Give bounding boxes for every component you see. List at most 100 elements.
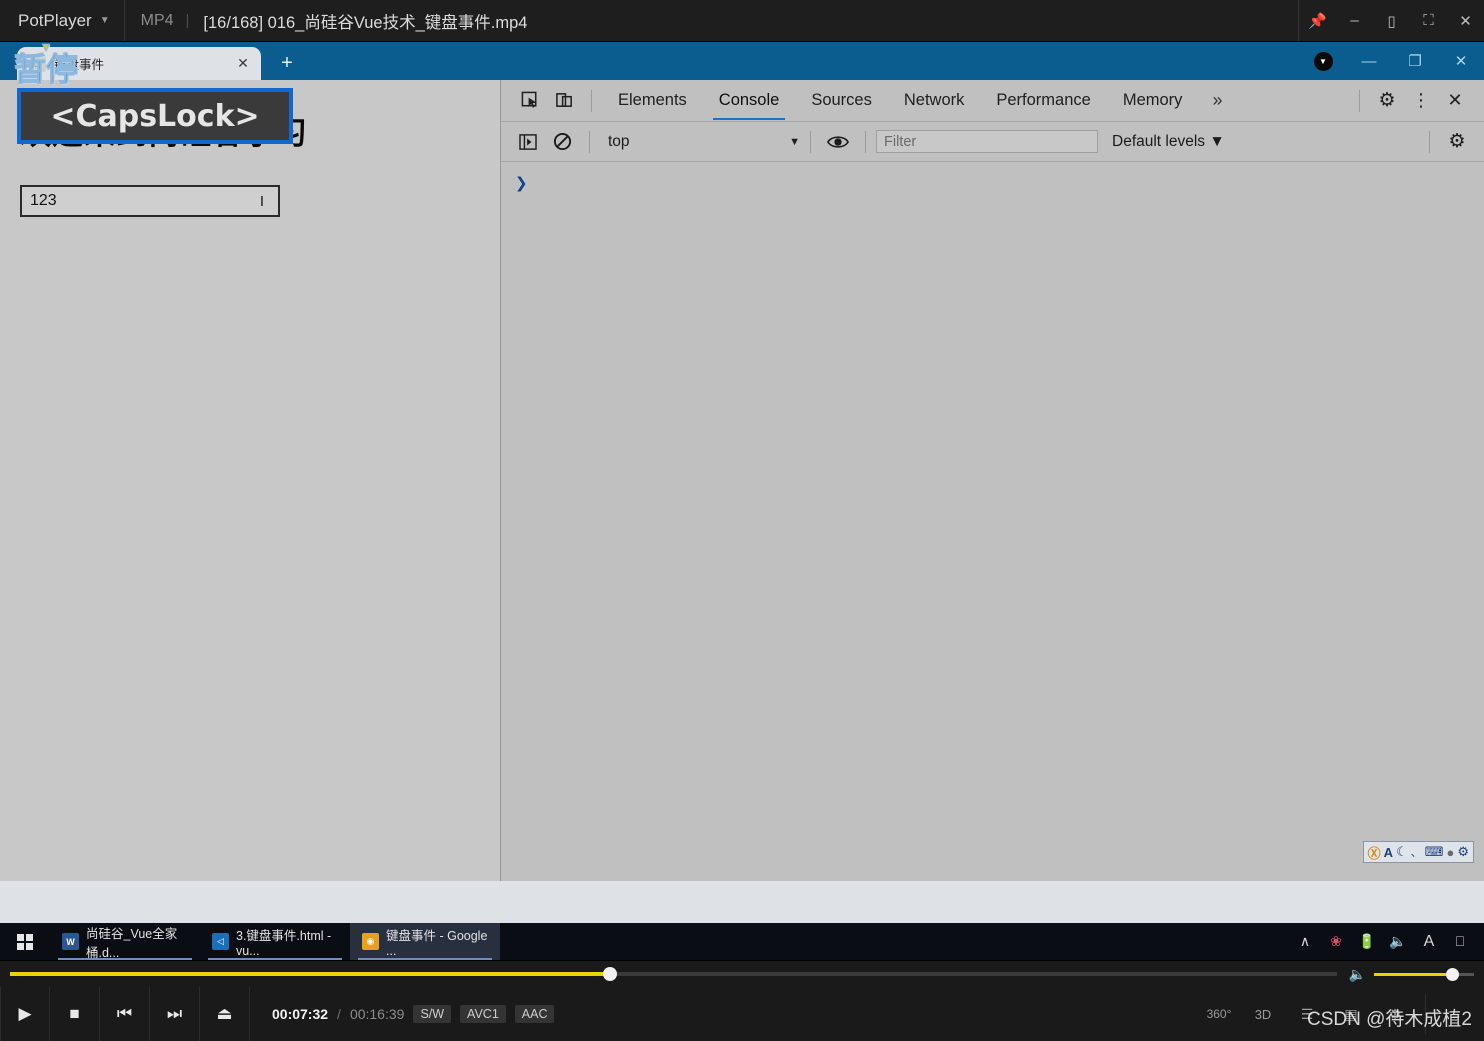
system-tray: ∧ ❀ 🔋 🔈 A ⎕ xyxy=(1291,923,1484,960)
taskbar-item-word[interactable]: W 尚硅谷_Vue全家桶.d... xyxy=(50,923,200,960)
seek-bar[interactable] xyxy=(10,967,1337,981)
volume-level xyxy=(1374,972,1446,976)
devtools-panel: Elements Console Sources Network Perform… xyxy=(501,80,1484,881)
potplayer-format-label: MP4 xyxy=(140,11,174,29)
volume-area: 🔈 xyxy=(1349,966,1474,983)
divider xyxy=(1359,89,1360,112)
console-sidebar-icon[interactable] xyxy=(511,128,545,156)
console-output[interactable]: ❯ Ⓧ A ☾ 、 ⌨ ● ⚙ xyxy=(501,162,1484,881)
playlist-icon[interactable]: ≡ xyxy=(1436,987,1476,1041)
keyboard-demo-input[interactable]: 123 I xyxy=(20,185,280,217)
tray-volume-icon[interactable]: 🔈 xyxy=(1384,923,1412,960)
settings-gear-icon[interactable]: ⚙ xyxy=(1375,987,1415,1041)
tab-network[interactable]: Network xyxy=(888,82,981,119)
fullscreen-icon[interactable]: ⛶ xyxy=(1410,0,1447,42)
tray-battery-icon[interactable]: 🔋 xyxy=(1353,923,1381,960)
close-icon[interactable]: ✕ xyxy=(1438,42,1484,80)
close-icon[interactable]: ✕ xyxy=(1447,0,1484,42)
chevron-down-icon: ▼ xyxy=(1209,132,1225,150)
ime-keyboard-icon[interactable]: ⌨ xyxy=(1425,844,1444,860)
next-button[interactable]: ⏭ xyxy=(150,987,200,1041)
web-page-content: 欢迎来到尚硅谷学习 123 I xyxy=(0,80,501,881)
potplayer-controlbar: 🔈 ▶ ■ ⏮ ⏭ ⏏ 00:07:32 / 00:16:39 S/W AVC1… xyxy=(0,960,1484,1041)
console-log-levels-dropdown[interactable]: Default levels ▼ xyxy=(1112,133,1225,151)
more-tabs-icon[interactable]: » xyxy=(1198,90,1236,111)
time-display: 00:07:32 / 00:16:39 S/W AVC1 AAC xyxy=(250,1005,555,1023)
kebab-menu-icon[interactable]: ⋮ xyxy=(1404,86,1438,116)
minimize-icon[interactable]: — xyxy=(1346,42,1392,80)
chevron-down-icon: ▼ xyxy=(789,135,800,148)
ime-power-icon[interactable]: Ⓧ xyxy=(1368,843,1381,862)
ime-tools-icon[interactable]: ⚙ xyxy=(1457,844,1469,860)
seek-progress xyxy=(10,972,610,976)
eject-button[interactable]: ⏏ xyxy=(200,987,250,1041)
new-tab-button[interactable]: + xyxy=(273,49,301,77)
console-context-selector[interactable]: top ▼ xyxy=(600,133,800,151)
close-icon[interactable]: ✕ xyxy=(1438,86,1472,116)
total-time: 00:16:39 xyxy=(349,1006,405,1022)
vscode-icon: ◁ xyxy=(212,933,229,950)
ime-floating-toolbar[interactable]: Ⓧ A ☾ 、 ⌨ ● ⚙ xyxy=(1362,841,1474,863)
start-icon[interactable] xyxy=(0,923,50,960)
codec-badge-audio: AAC xyxy=(514,1005,555,1023)
stop-button[interactable]: ■ xyxy=(50,987,100,1041)
tray-ime-icon[interactable]: A xyxy=(1415,923,1443,960)
ime-mode-letter-icon[interactable]: A xyxy=(1384,845,1393,860)
devtools-tabbar: Elements Console Sources Network Perform… xyxy=(501,80,1484,122)
volume-slider[interactable] xyxy=(1374,967,1474,981)
minimize-icon[interactable]: – xyxy=(1336,0,1373,42)
chrome-window-buttons: ▼ — ❐ ✕ xyxy=(1300,42,1484,80)
taskbar-item-label: 尚硅谷_Vue全家桶.d... xyxy=(86,926,178,960)
tray-expand-icon[interactable]: ∧ xyxy=(1291,923,1319,960)
player-right-buttons: 360° 3D ☰ ▤ ⚙ ≡ xyxy=(1199,987,1484,1041)
seek-area: 🔈 xyxy=(0,961,1484,987)
3d-view-icon[interactable]: 3D xyxy=(1243,987,1283,1041)
console-settings-gear-icon[interactable]: ⚙ xyxy=(1440,128,1474,156)
tab-console[interactable]: Console xyxy=(703,82,796,120)
console-prompt-icon: ❯ xyxy=(515,175,528,192)
tray-app-icon[interactable]: ❀ xyxy=(1322,923,1350,960)
play-button[interactable]: ▶ xyxy=(0,987,50,1041)
previous-button[interactable]: ⏮ xyxy=(100,987,150,1041)
ime-moon-icon[interactable]: ☾ xyxy=(1396,844,1408,860)
codec-badge-video: AVC1 xyxy=(460,1005,506,1023)
360-view-icon[interactable]: 360° xyxy=(1199,987,1239,1041)
tab-elements[interactable]: Elements xyxy=(602,82,703,119)
profile-dot-icon[interactable]: ▼ xyxy=(1300,42,1346,80)
inspect-element-icon[interactable] xyxy=(513,86,547,116)
console-context-value: top xyxy=(608,132,630,150)
restore-icon[interactable]: ❐ xyxy=(1392,42,1438,80)
word-icon: W xyxy=(62,933,79,950)
taskbar-item-vscode[interactable]: ◁ 3.键盘事件.html - vu... xyxy=(200,923,350,960)
chevron-down-icon[interactable]: ▼ xyxy=(100,15,110,26)
tab-sources[interactable]: Sources xyxy=(795,82,888,119)
device-toolbar-icon[interactable] xyxy=(547,86,581,116)
maximize-icon[interactable]: ▯ xyxy=(1373,0,1410,42)
text-cursor-icon: I xyxy=(259,192,264,210)
ime-punctuation-icon[interactable]: 、 xyxy=(1411,844,1422,860)
tab-memory[interactable]: Memory xyxy=(1107,82,1199,119)
console-prompt-row[interactable]: ❯ xyxy=(501,170,1484,196)
devtools-actions: ⚙ ⋮ ✕ xyxy=(1349,86,1472,116)
live-expression-eye-icon[interactable] xyxy=(821,128,855,156)
console-filter-input[interactable]: Filter xyxy=(876,130,1098,153)
playlist-search-icon[interactable]: ☰ xyxy=(1287,987,1327,1041)
taskbar-item-chrome[interactable]: ◉ 键盘事件 - Google ... xyxy=(350,923,500,960)
tab-performance[interactable]: Performance xyxy=(980,82,1106,119)
volume-thumb[interactable] xyxy=(1446,967,1459,981)
transport-controls: ▶ ■ ⏮ ⏭ ⏏ 00:07:32 / 00:16:39 S/W AVC1 A… xyxy=(0,987,1484,1041)
divider xyxy=(810,130,811,153)
tray-notification-icon[interactable]: ⎕ xyxy=(1446,923,1474,960)
volume-icon[interactable]: 🔈 xyxy=(1349,966,1366,983)
ime-user-icon[interactable]: ● xyxy=(1446,845,1454,860)
clear-console-icon[interactable] xyxy=(545,128,579,156)
close-icon[interactable]: ✕ xyxy=(233,55,253,72)
gear-icon[interactable]: ⚙ xyxy=(1370,86,1404,116)
console-toolbar: top ▼ Filter Default levels ▼ ⚙ xyxy=(501,122,1484,162)
pin-icon[interactable]: 📌 xyxy=(1299,0,1336,42)
bookmark-icon[interactable]: ▤ xyxy=(1331,987,1371,1041)
seek-thumb[interactable] xyxy=(602,967,617,981)
potplayer-window-buttons: 📌 – ▯ ⛶ ✕ xyxy=(1298,0,1484,41)
divider xyxy=(589,130,590,153)
potplayer-app-menu[interactable]: PotPlayer ▼ xyxy=(0,0,125,41)
